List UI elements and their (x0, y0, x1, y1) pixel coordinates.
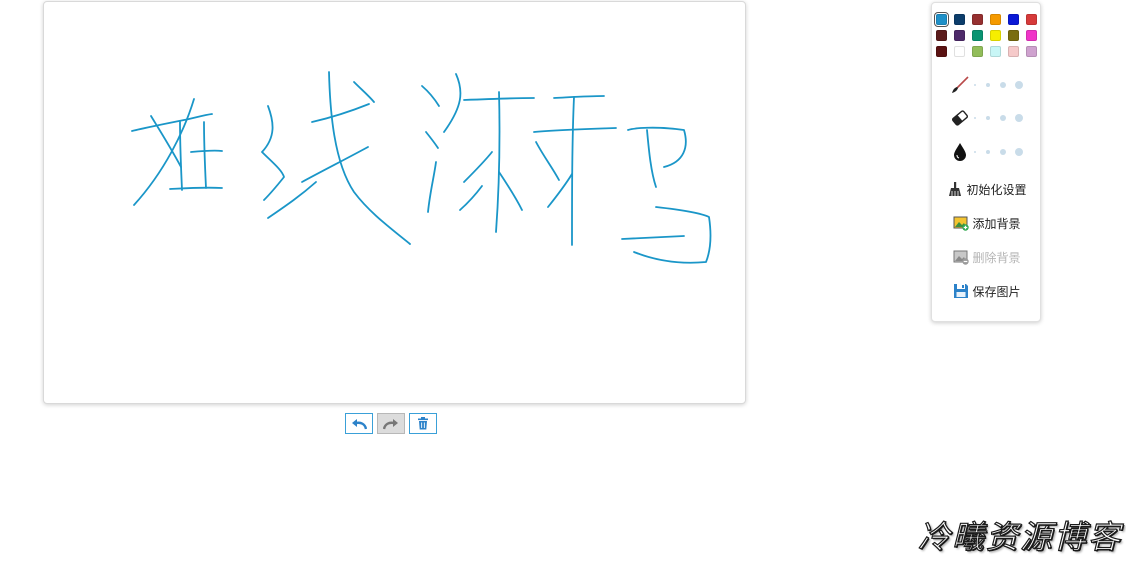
add-image-icon (953, 216, 970, 231)
color-swatch[interactable] (1026, 46, 1037, 57)
brush-size-2[interactable] (986, 83, 990, 87)
save-image-button[interactable]: 保存图片 (932, 281, 1042, 301)
watermark-text: 冷曦资源博客 (917, 517, 1122, 556)
undo-button[interactable] (345, 413, 373, 434)
add-background-label: 添加背景 (972, 216, 1021, 231)
handwriting-strokes (131, 71, 712, 264)
ink-size-4[interactable] (1015, 148, 1023, 156)
delete-background-button[interactable]: 删除背景 (932, 247, 1042, 267)
eraser-size-3[interactable] (1000, 115, 1006, 121)
brush-size-3[interactable] (1000, 82, 1006, 88)
color-swatch[interactable] (1026, 14, 1037, 25)
color-swatch[interactable] (972, 46, 983, 57)
color-swatch[interactable] (990, 46, 1001, 57)
ink-size-2[interactable] (986, 150, 990, 154)
redo-button[interactable] (377, 413, 405, 434)
clear-button[interactable] (409, 413, 437, 434)
color-swatch[interactable] (1026, 30, 1037, 41)
broom-icon (949, 182, 962, 196)
eraser-size-1[interactable] (974, 117, 976, 119)
eraser-icon[interactable] (950, 108, 970, 128)
brush-size-4[interactable] (1015, 81, 1023, 89)
save-image-label: 保存图片 (972, 284, 1021, 299)
color-swatch[interactable] (1008, 46, 1019, 57)
color-swatch[interactable] (990, 14, 1001, 25)
undo-icon (352, 418, 367, 429)
eraser-size-4[interactable] (1015, 114, 1023, 122)
color-swatch[interactable] (972, 14, 983, 25)
redo-icon (383, 418, 398, 429)
eraser-size-row (950, 108, 1030, 128)
ink-size-1[interactable] (974, 151, 976, 153)
save-icon (954, 284, 969, 298)
ink-size-row (950, 142, 1030, 162)
eraser-size-2[interactable] (986, 116, 990, 120)
init-settings-label: 初始化设置 (966, 182, 1027, 197)
color-swatch[interactable] (1008, 30, 1019, 41)
drawing-canvas[interactable] (43, 1, 746, 404)
brush-size-1[interactable] (974, 84, 976, 86)
color-swatch[interactable] (936, 46, 947, 57)
color-swatch[interactable] (972, 30, 983, 41)
ink-size-3[interactable] (1000, 149, 1006, 155)
init-settings-button[interactable]: 初始化设置 (932, 179, 1042, 199)
brush-size-row (950, 75, 1030, 95)
brush-icon[interactable] (950, 75, 970, 95)
add-background-button[interactable]: 添加背景 (932, 213, 1042, 233)
color-swatch[interactable] (990, 30, 1001, 41)
color-swatch[interactable] (936, 30, 947, 41)
color-swatch[interactable] (1008, 14, 1019, 25)
trash-icon (418, 417, 428, 430)
color-swatch[interactable] (954, 46, 965, 57)
delete-background-label: 删除背景 (972, 250, 1021, 265)
color-swatch[interactable] (934, 12, 949, 27)
color-palette (934, 12, 1037, 57)
color-swatch[interactable] (954, 14, 965, 25)
ink-drop-icon[interactable] (950, 142, 970, 162)
tool-panel: 初始化设置 添加背景 删除背景 保存图片 (931, 2, 1041, 322)
color-swatch[interactable] (954, 30, 965, 41)
delete-image-icon (953, 250, 970, 265)
history-toolbar (345, 413, 437, 434)
